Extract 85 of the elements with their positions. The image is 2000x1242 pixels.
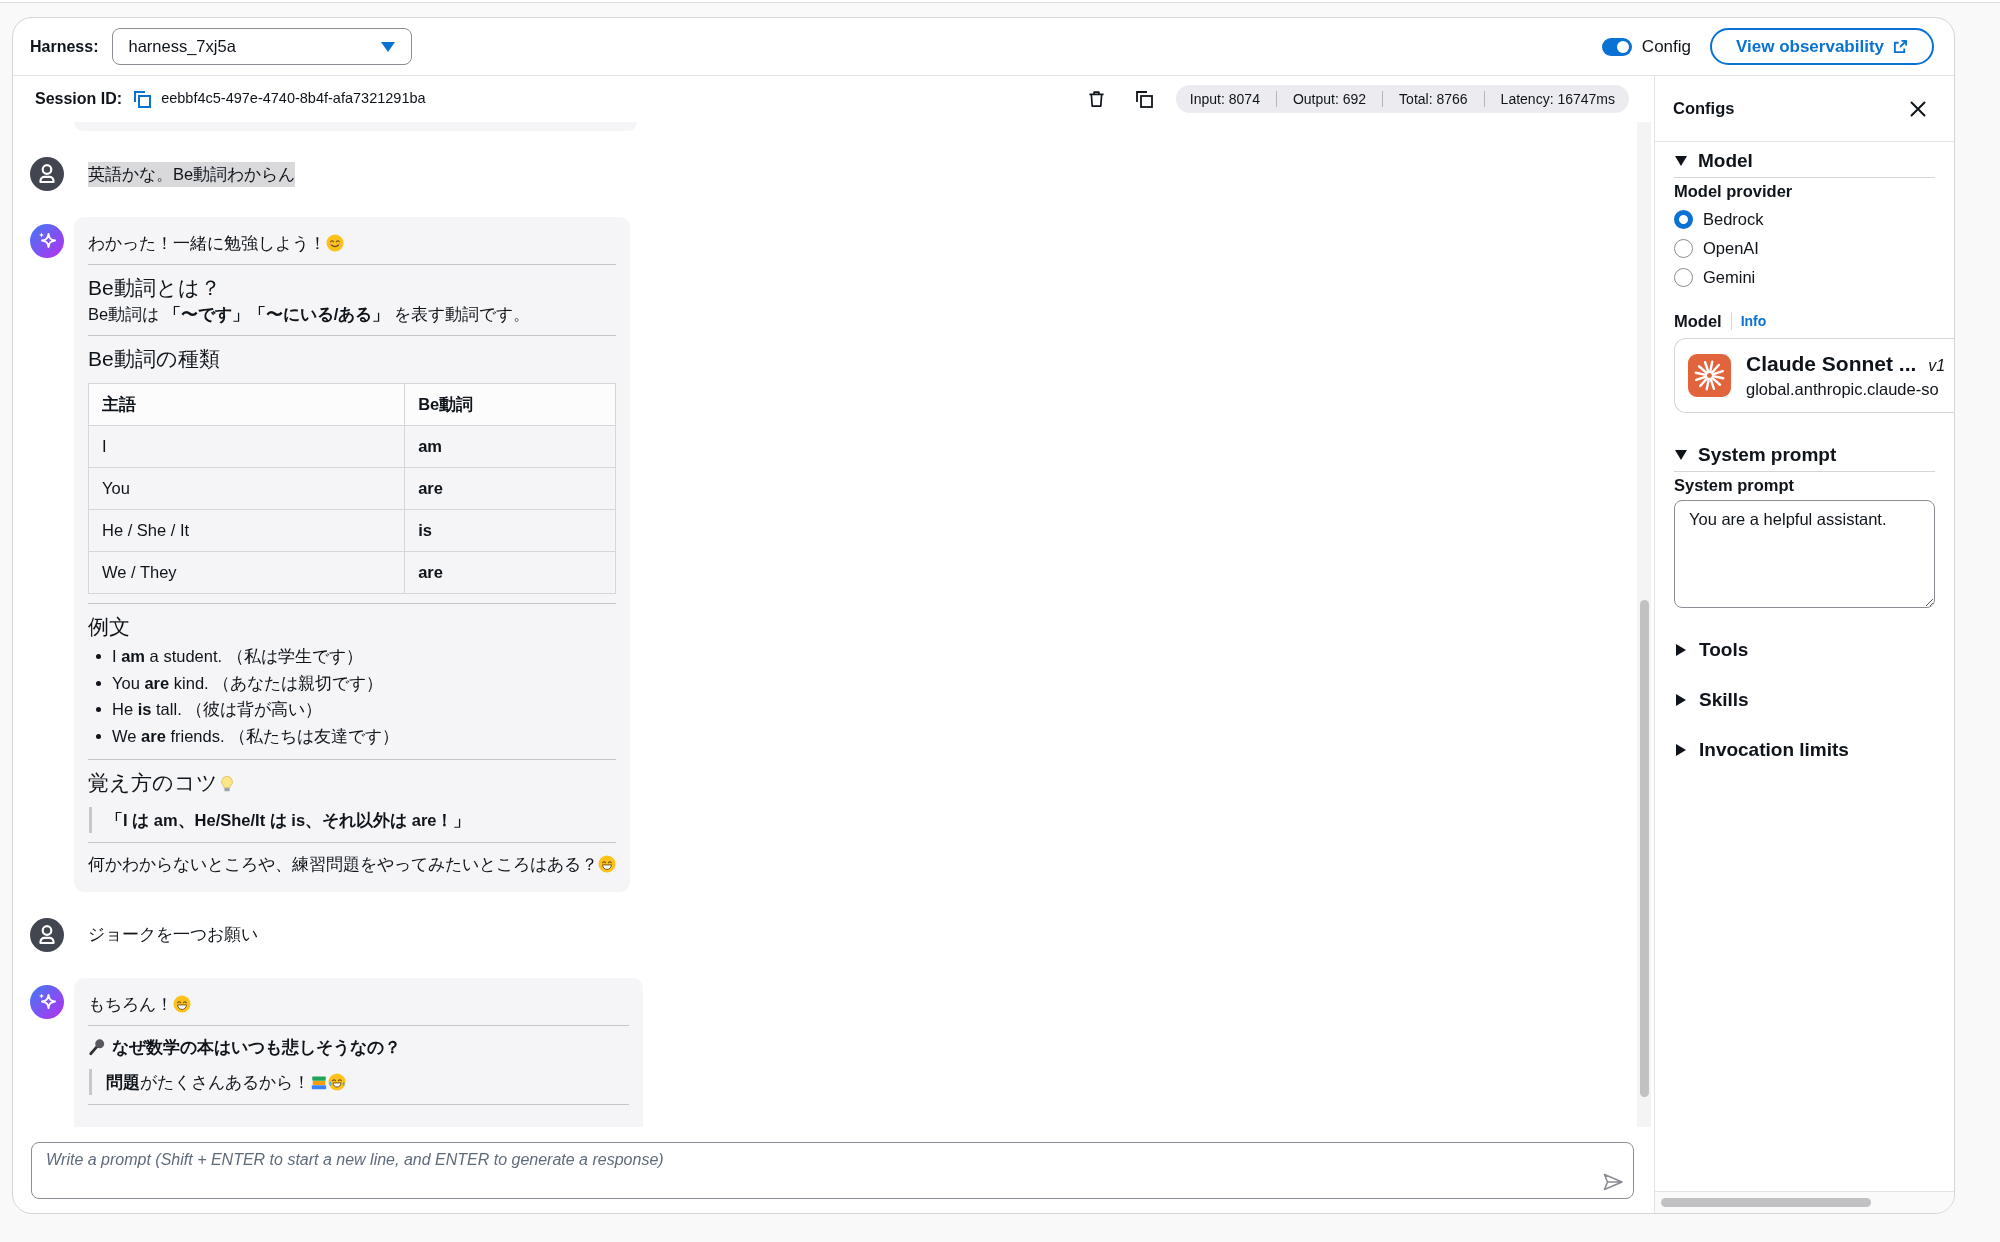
quote-text: 問題がたくさんあるから！ [106, 1072, 310, 1091]
usage-stat: Latency: 16747ms [1500, 89, 1615, 109]
bullet-icon [96, 653, 101, 659]
radio-button[interactable] [1674, 239, 1693, 258]
table-cell: am [404, 425, 616, 468]
session-id-text: eebbf4c5-497e-4740-8b4f-afa7321291ba [161, 89, 426, 109]
message-text: なぜ数学の本はいつも悲しそうなの？ [112, 1037, 401, 1056]
section-header[interactable]: Tools [1674, 638, 1935, 662]
harness-select[interactable]: harness_7xj5a [112, 28, 413, 65]
scrollbar-track[interactable] [1655, 1191, 1954, 1213]
prompt-input[interactable]: Write a prompt (Shift + ENTER to start a new line, and ENTER to generate a response) [31, 1142, 1634, 1199]
radio-button[interactable] [1674, 210, 1693, 229]
message-heading: 例文 [88, 615, 130, 638]
list-item-text: We are friends. （私たちは友達です） [112, 726, 400, 748]
field-label: System prompt [1674, 475, 1796, 495]
message-heading: Be動詞とは？ [88, 276, 221, 299]
section-header[interactable]: System prompt [1674, 443, 1935, 472]
usage-stat: Total: 8766 [1399, 89, 1468, 109]
scrollbar-thumb[interactable] [1639, 600, 1649, 1097]
quote-text: 「I は am、He/She/It は is、それ以外は are！」 [106, 810, 471, 829]
smiling-face-icon [326, 234, 344, 252]
info-link[interactable]: Info [1740, 310, 1767, 332]
message-text: 何かわからないところや、練習問題をやってみたいところはある？ [88, 854, 598, 873]
table-header-cell: Be動詞 [404, 383, 616, 426]
table-cell: is [404, 509, 616, 552]
user-avatar-icon [30, 157, 64, 191]
model-name: Claude Sonnet ... [1746, 351, 1917, 377]
model-version: v1 [1928, 356, 1946, 376]
radio-label: OpenAI [1703, 238, 1759, 260]
field-label: Model [1674, 310, 1722, 332]
table-cell: We / They [88, 551, 405, 594]
message-text: わかった！一緒に勉強しよう！ [88, 234, 326, 252]
usage-stat: Input: 8074 [1189, 89, 1260, 109]
harness-label: Harness: [30, 36, 99, 57]
field-label: Model provider [1674, 181, 1794, 201]
section-header[interactable]: Model [1674, 149, 1935, 178]
grinning-face-icon [173, 994, 191, 1013]
lightbulb-icon [218, 774, 236, 793]
session-id-label: Session ID: [35, 89, 123, 109]
message-text: ジョークを一つお願い [88, 924, 258, 946]
list-item-text: You are kind. （あなたは親切です） [112, 672, 384, 694]
starburst-logo-icon [1688, 354, 1731, 397]
scrollbar-track[interactable] [1637, 122, 1651, 1127]
caret-down-icon [381, 41, 396, 52]
config-label: Config [1641, 35, 1691, 58]
bullet-icon [96, 707, 101, 713]
radio-button[interactable] [1674, 268, 1693, 287]
microphone-icon [88, 1037, 106, 1056]
message-text: Be動詞は 「〜です」「〜にいる/ある」 を表す動詞です。 [88, 305, 530, 323]
section-header[interactable]: Invocation limits [1674, 738, 1935, 762]
table-cell: are [404, 551, 616, 594]
observability-button[interactable]: View observability [1710, 28, 1934, 65]
system-prompt-field[interactable]: You are a helpful assistant. [1674, 500, 1935, 608]
bullet-icon [96, 680, 101, 686]
message-heading: Be動詞の種類 [88, 347, 220, 370]
table-cell: I [88, 425, 405, 468]
message-text: もちろん！ [88, 994, 173, 1013]
user-avatar-icon [30, 917, 64, 952]
list-item-text: He is tall. （彼は背が高い） [112, 699, 323, 721]
grinning-face-icon [598, 854, 616, 873]
bullet-icon [96, 733, 101, 739]
list-item-text: I am a student. （私は学生です） [112, 645, 363, 667]
radio-label: Bedrock [1703, 209, 1764, 231]
usage-stat: Output: 692 [1292, 89, 1367, 109]
send-icon[interactable] [1603, 1173, 1623, 1191]
model-id: global.anthropic.claude-so [1746, 379, 1940, 400]
sparkle-avatar-icon [30, 984, 64, 1019]
radio-label: Gemini [1703, 267, 1756, 289]
close-icon[interactable] [1910, 100, 1926, 117]
panel-title: Configs [1673, 98, 1735, 120]
scrollbar-thumb[interactable] [1661, 1198, 1871, 1207]
copy-icon[interactable] [1134, 90, 1153, 108]
table-cell: You [88, 467, 405, 510]
sparkle-avatar-icon [30, 224, 64, 258]
message-text: 英語かな。Be動詞わからん [88, 161, 296, 187]
external-link-icon [1893, 39, 1908, 54]
model-card[interactable]: Claude Sonnet ... v1 global.anthropic.claude-so [1674, 338, 1954, 413]
toggle-switch[interactable] [1601, 37, 1632, 56]
table-header-cell: 主語 [88, 383, 405, 426]
trash-icon[interactable] [1087, 90, 1105, 108]
table-cell: are [404, 467, 616, 510]
table-cell: He / She / It [88, 509, 405, 552]
laughing-face-icon [328, 1072, 346, 1091]
message-heading: 覚え方のコツ [88, 770, 218, 794]
section-header[interactable]: Skills [1674, 688, 1935, 712]
